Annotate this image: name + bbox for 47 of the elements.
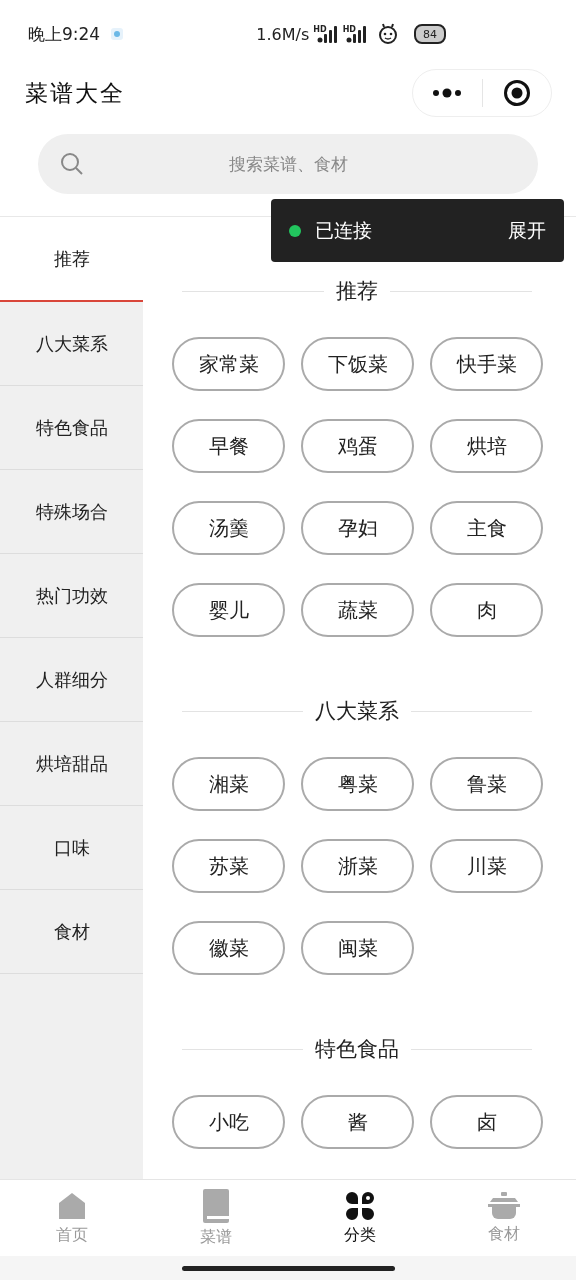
expand-button[interactable]: 展开	[508, 217, 546, 244]
category-chip[interactable]: 主食	[430, 501, 543, 555]
category-chip[interactable]: 孕妇	[301, 501, 414, 555]
network-speed: 1.6M/s	[256, 24, 310, 44]
house-icon	[57, 1190, 87, 1221]
status-time: 晚上9:24	[28, 22, 101, 46]
signal-label: HD	[313, 25, 327, 34]
category-chip[interactable]: 闽菜	[301, 921, 414, 975]
signal-icon	[316, 25, 339, 43]
category-chip[interactable]: 酱	[301, 1095, 414, 1149]
category-chip[interactable]: 早餐	[172, 419, 285, 473]
category-chip[interactable]: 苏菜	[172, 839, 285, 893]
category-chip[interactable]: 烘培	[430, 419, 543, 473]
clover-icon	[345, 1190, 375, 1221]
category-chip[interactable]: 汤羹	[172, 501, 285, 555]
page-title: 菜谱大全	[25, 78, 125, 108]
category-chip[interactable]: 鲁菜	[430, 757, 543, 811]
section-title: 推荐	[336, 278, 378, 305]
category-chip[interactable]: 鸡蛋	[301, 419, 414, 473]
section-title: 八大菜系	[315, 698, 399, 725]
category-chip[interactable]: 粤菜	[301, 757, 414, 811]
signal-label: HD	[342, 25, 356, 34]
section-title: 特色食品	[315, 1036, 399, 1063]
smiley-icon	[378, 23, 398, 45]
book-icon	[203, 1188, 229, 1223]
app-notification-icon	[110, 27, 125, 41]
category-chip[interactable]: 快手菜	[430, 337, 543, 391]
category-chip[interactable]: 家常菜	[172, 337, 285, 391]
target-icon	[502, 79, 531, 107]
search-icon	[60, 152, 84, 176]
category-chip[interactable]: 川菜	[430, 839, 543, 893]
tab-bar-item[interactable]: 分类	[288, 1180, 432, 1256]
sidebar-item[interactable]: 推荐	[0, 217, 143, 302]
pot-icon	[487, 1191, 521, 1220]
category-chip[interactable]: 婴儿	[172, 583, 285, 637]
search-field[interactable]: 搜索菜谱、食材	[38, 134, 538, 194]
category-chip[interactable]: 肉	[430, 583, 543, 637]
category-chip[interactable]: 小吃	[172, 1095, 285, 1149]
category-chip[interactable]: 卤	[430, 1095, 543, 1149]
battery-indicator: 84	[414, 24, 446, 44]
category-chip[interactable]: 湘菜	[172, 757, 285, 811]
connection-status: 已连接	[315, 217, 372, 243]
category-chip[interactable]: 浙菜	[301, 839, 414, 893]
category-chip[interactable]: 下饭菜	[301, 337, 414, 391]
category-chip[interactable]: 蔬菜	[301, 583, 414, 637]
category-chip[interactable]: 徽菜	[172, 921, 285, 975]
more-icon	[432, 88, 463, 98]
